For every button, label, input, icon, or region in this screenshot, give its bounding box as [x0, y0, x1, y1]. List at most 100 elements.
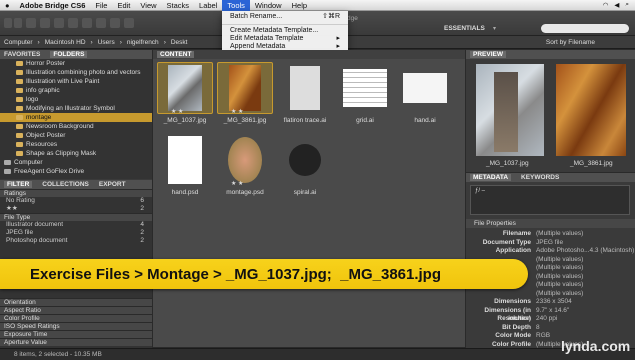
thumbnail[interactable]: [337, 62, 393, 114]
folder-tree-item[interactable]: Illustration combining photo and vectors: [0, 68, 152, 77]
folder-icon: [16, 124, 23, 129]
tools-menu-item[interactable]: Create Metadata Template...: [222, 27, 348, 35]
filter-category[interactable]: Aspect Ratio: [0, 306, 152, 314]
thumbnail[interactable]: [157, 62, 213, 114]
workspace-essentials[interactable]: ESSENTIALS: [444, 25, 485, 32]
folder-tree-item[interactable]: Shape as Clipping Mask: [0, 149, 152, 158]
left-panel: FAVORITES FOLDERS Horror Poster Illustrat…: [0, 50, 152, 350]
search-icon[interactable]: ⌕: [625, 1, 629, 9]
back-button[interactable]: [4, 18, 12, 28]
menu-view[interactable]: View: [135, 0, 161, 11]
rotate-left-button[interactable]: [110, 18, 120, 28]
filter-item[interactable]: Photoshop document 2: [0, 237, 152, 245]
folder-tree-item[interactable]: Object Poster: [0, 131, 152, 140]
refine-button[interactable]: [68, 18, 78, 28]
volume-icon[interactable]: ◀: [614, 1, 619, 9]
filter-category[interactable]: Aperture Value: [0, 338, 152, 346]
tools-menu-item[interactable]: Batch Rename... ⇧⌘R: [222, 13, 348, 21]
filter-item[interactable]: No Rating 6: [0, 197, 152, 205]
filter-category[interactable]: ISO Speed Ratings: [0, 322, 152, 330]
metadata-value: Adobe Photosho...4.3 (Macintosh): [536, 247, 635, 254]
filter-count: 2: [140, 229, 144, 236]
filter-category[interactable]: Ratings: [0, 189, 152, 197]
folder-tree-item[interactable]: Modifying an Illustrator Symbol: [0, 104, 152, 113]
path-macintosh-hd[interactable]: Macintosh HD: [45, 39, 86, 46]
folder-label: logo: [26, 96, 39, 103]
tab-keywords[interactable]: KEYWORDS: [521, 174, 559, 181]
menu-label[interactable]: Label: [194, 0, 222, 11]
folder-tree-item[interactable]: Horror Poster: [0, 59, 152, 68]
filter-item[interactable]: Illustrator document 4: [0, 221, 152, 229]
folder-tree-item[interactable]: info graphic: [0, 86, 152, 95]
menu-file[interactable]: File: [90, 0, 112, 11]
file-properties-header[interactable]: File Properties: [466, 219, 635, 228]
thumbnail[interactable]: [277, 134, 333, 186]
reveal-button[interactable]: [40, 18, 50, 28]
tab-favorites[interactable]: FAVORITES: [4, 51, 40, 58]
tab-filter[interactable]: FILTER: [4, 181, 33, 188]
output-button[interactable]: [96, 18, 106, 28]
path-nigelfrench[interactable]: nigelfrench: [127, 39, 159, 46]
forward-button[interactable]: [14, 18, 22, 28]
preview-image-1[interactable]: [476, 64, 544, 156]
filter-count: 4: [140, 221, 144, 228]
workspace-menu-icon[interactable]: ▾: [493, 25, 496, 32]
folder-tree-item[interactable]: logo: [0, 95, 152, 104]
tab-export[interactable]: EXPORT: [99, 181, 126, 188]
thumbnail-rating[interactable]: ★ ★: [171, 108, 183, 115]
menu-help[interactable]: Help: [287, 0, 312, 11]
filter-category[interactable]: Orientation: [0, 298, 152, 306]
sort-by-filename[interactable]: Sort by Filename: [546, 39, 635, 46]
drive-icon: [4, 160, 11, 165]
filter-category[interactable]: Color Profile: [0, 314, 152, 322]
folder-tree-item[interactable]: Newsroom Background: [0, 122, 152, 131]
preview-label-2: _MG_3861.jpg: [570, 160, 613, 167]
thumbnail-rating[interactable]: ★ ★: [231, 180, 243, 187]
tab-preview[interactable]: PREVIEW: [470, 51, 506, 58]
filter-category[interactable]: Exposure Time: [0, 330, 152, 338]
tab-collections[interactable]: COLLECTIONS: [42, 181, 89, 188]
thumbnail[interactable]: [217, 62, 273, 114]
tools-menu-item[interactable]: Edit Metadata Template ▸: [222, 35, 348, 43]
preview-image-2[interactable]: [556, 64, 626, 156]
thumbnail[interactable]: [277, 62, 333, 114]
thumbnail-image: [168, 65, 202, 111]
filter-category[interactable]: File Type: [0, 213, 152, 221]
filter-item[interactable]: ★★ 2: [0, 205, 152, 213]
folder-icon: [16, 142, 23, 147]
thumbnail[interactable]: [217, 134, 273, 186]
folder-tree-item[interactable]: Resources: [0, 140, 152, 149]
path-users[interactable]: Users: [98, 39, 115, 46]
menu-stacks[interactable]: Stacks: [162, 0, 195, 11]
search-input[interactable]: [541, 24, 629, 33]
metadata-value: 240 ppi: [536, 315, 558, 322]
folder-tree-item[interactable]: Computer: [0, 158, 152, 167]
get-photos-button[interactable]: [54, 18, 64, 28]
menu-tools[interactable]: Tools: [222, 0, 250, 11]
tab-folders[interactable]: FOLDERS: [50, 51, 88, 58]
wifi-icon[interactable]: ◠: [603, 1, 609, 9]
folder-tree-item[interactable]: FreeAgent GoFlex Drive: [0, 167, 152, 176]
folder-label: Horror Poster: [26, 60, 66, 67]
tab-content[interactable]: CONTENT: [157, 51, 195, 58]
menu-edit[interactable]: Edit: [112, 0, 135, 11]
metadata-value: RGB: [536, 332, 551, 339]
open-camera-raw-button[interactable]: [82, 18, 92, 28]
folder-tree-item[interactable]: Illustration with Live Paint: [0, 77, 152, 86]
path-computer[interactable]: Computer: [4, 39, 33, 46]
thumbnail[interactable]: [397, 62, 453, 114]
thumbnail[interactable]: [157, 134, 213, 186]
chevron-right-icon: ›: [37, 38, 40, 46]
recent-folder-button[interactable]: [26, 18, 36, 28]
rotate-right-button[interactable]: [124, 18, 134, 28]
path-desktop[interactable]: Deskt: [171, 39, 188, 46]
menu-app-name[interactable]: Adobe Bridge CS6: [15, 0, 91, 11]
menu-window[interactable]: Window: [250, 0, 287, 11]
apple-icon[interactable]: ●: [0, 0, 15, 11]
tab-metadata[interactable]: METADATA: [470, 174, 512, 181]
filter-list: Ratings No Rating 6 ★★ 2 File Type Illustrator…: [0, 189, 152, 245]
metadata-row: (Multiple values): [466, 290, 635, 299]
folder-tree-item[interactable]: montage: [0, 113, 152, 122]
thumbnail-rating[interactable]: ★ ★: [231, 108, 243, 115]
filter-item[interactable]: JPEG file 2: [0, 229, 152, 237]
